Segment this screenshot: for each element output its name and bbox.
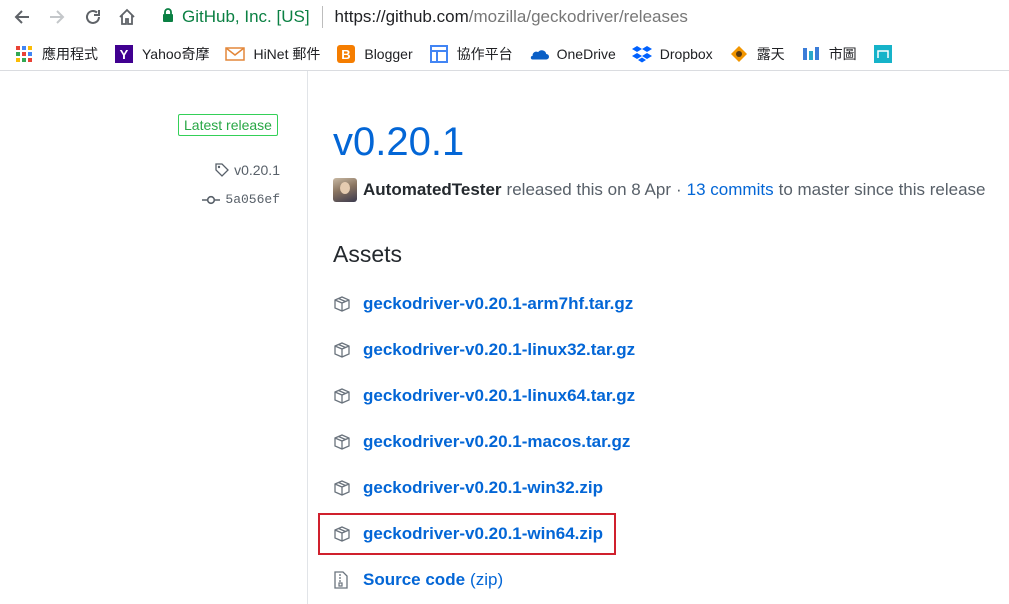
ruten-icon: [729, 44, 749, 64]
release-page: Latest release v0.20.1 5a056ef v0.20.1 A…: [0, 71, 1009, 604]
highlight-box: [318, 513, 616, 555]
apps-grid-icon: [14, 44, 34, 64]
svg-text:B: B: [342, 47, 351, 62]
timeline-divider: [307, 71, 308, 604]
asset-link[interactable]: geckodriver-v0.20.1-linux32.tar.gz: [363, 340, 635, 360]
blogger-icon: B: [336, 44, 356, 64]
bookmark-onedrive[interactable]: OneDrive: [529, 44, 616, 64]
back-icon: [14, 10, 29, 24]
package-icon: [333, 294, 353, 314]
bookmark-label: Blogger: [364, 46, 413, 62]
sites-icon: [429, 44, 449, 64]
reload-icon: [86, 9, 100, 24]
release-commit-sha: 5a056ef: [225, 192, 280, 207]
asset-row[interactable]: geckodriver-v0.20.1-macos.tar.gz: [333, 429, 630, 455]
bookmark-label: Yahoo奇摩: [142, 46, 210, 62]
dropbox-icon: [631, 44, 652, 64]
asset-row[interactable]: geckodriver-v0.20.1-linux32.tar.gz: [333, 337, 635, 363]
library-icon: [801, 44, 821, 64]
url-host: https://github.com: [334, 7, 469, 26]
svg-text:Y: Y: [120, 47, 129, 62]
assets-heading: Assets: [333, 241, 403, 267]
tag-icon: [215, 163, 229, 177]
bookmark-label: Dropbox: [659, 46, 713, 62]
package-icon: [333, 386, 353, 406]
release-tag[interactable]: v0.20.1: [214, 162, 280, 178]
lock-icon: [162, 7, 174, 27]
asset-link[interactable]: geckodriver-v0.20.1-arm7hf.tar.gz: [363, 294, 633, 314]
bookmark-label: 露天: [756, 46, 785, 62]
bookmark-label: HiNet 郵件: [253, 46, 321, 62]
yahoo-icon: Y: [114, 44, 134, 64]
released-text: released this on 8 Apr: [506, 180, 671, 199]
avatar[interactable]: [333, 178, 357, 202]
site-identity[interactable]: GitHub, Inc. [US]: [182, 7, 310, 27]
release-author[interactable]: AutomatedTester: [363, 180, 502, 200]
asset-link[interactable]: geckodriver-v0.20.1-win32.zip: [363, 478, 603, 498]
source-code-link[interactable]: Source code: [363, 570, 465, 590]
bookmark-label: 協作平台: [456, 46, 513, 62]
release-commit[interactable]: 5a056ef: [202, 192, 280, 207]
release-meta: AutomatedTester released this on 8 Apr ·…: [333, 177, 986, 203]
bookmark-library[interactable]: 市圖: [801, 44, 857, 64]
asset-row[interactable]: geckodriver-v0.20.1-arm7hf.tar.gz: [333, 291, 633, 317]
bookmark-hinet[interactable]: HiNet 郵件: [225, 44, 320, 64]
bookmark-label: OneDrive: [556, 46, 616, 62]
extra-bookmark-icon: [873, 44, 893, 64]
asset-link[interactable]: geckodriver-v0.20.1-linux64.tar.gz: [363, 386, 635, 406]
home-icon: [119, 8, 135, 25]
commits-suffix: to master since this release: [778, 180, 986, 199]
forward-button[interactable]: [45, 5, 69, 29]
bookmark-sites[interactable]: 協作平台: [429, 44, 513, 64]
package-icon: [333, 340, 353, 360]
commit-icon: [202, 195, 221, 204]
zip-file-icon: [333, 570, 353, 590]
bookmark-extra[interactable]: [873, 44, 901, 64]
latest-release-badge: Latest release: [178, 114, 278, 136]
release-tag-label: v0.20.1: [234, 162, 280, 178]
bookmark-dropbox[interactable]: Dropbox: [631, 44, 713, 64]
onedrive-icon: [529, 44, 549, 64]
bookmark-apps[interactable]: 應用程式: [14, 44, 98, 64]
commits-link[interactable]: 13 commits: [687, 180, 774, 200]
mail-icon: [225, 44, 246, 64]
bookmarks-bar: 應用程式 Y Yahoo奇摩 HiNet 郵件 B Blogger 協作平台 O…: [0, 38, 1009, 71]
package-icon: [333, 478, 353, 498]
url-path: /mozilla/geckodriver/releases: [468, 7, 688, 26]
release-title[interactable]: v0.20.1: [333, 118, 464, 166]
address-bar[interactable]: GitHub, Inc. [US] https://github.com /mo…: [150, 0, 1009, 34]
browser-toolbar: GitHub, Inc. [US] https://github.com /mo…: [0, 0, 1009, 34]
reload-button[interactable]: [81, 5, 105, 29]
package-icon: [333, 432, 353, 452]
asset-row[interactable]: geckodriver-v0.20.1-linux64.tar.gz: [333, 383, 635, 409]
source-code-format[interactable]: (zip): [470, 570, 503, 590]
bookmark-blogger[interactable]: B Blogger: [336, 44, 413, 64]
asset-link[interactable]: geckodriver-v0.20.1-macos.tar.gz: [363, 432, 630, 452]
home-button[interactable]: [115, 5, 139, 29]
meta-separator: ·: [676, 180, 682, 199]
omnibox-separator: [321, 6, 323, 28]
back-button[interactable]: [10, 5, 34, 29]
source-code-row[interactable]: Source code (zip): [333, 567, 503, 593]
bookmark-label: 應用程式: [42, 46, 98, 62]
bookmark-yahoo[interactable]: Y Yahoo奇摩: [114, 44, 209, 64]
bookmark-label: 市圖: [828, 46, 857, 62]
bookmark-ruten[interactable]: 露天: [729, 44, 785, 64]
forward-icon: [50, 10, 65, 24]
asset-row[interactable]: geckodriver-v0.20.1-win32.zip: [333, 475, 603, 501]
